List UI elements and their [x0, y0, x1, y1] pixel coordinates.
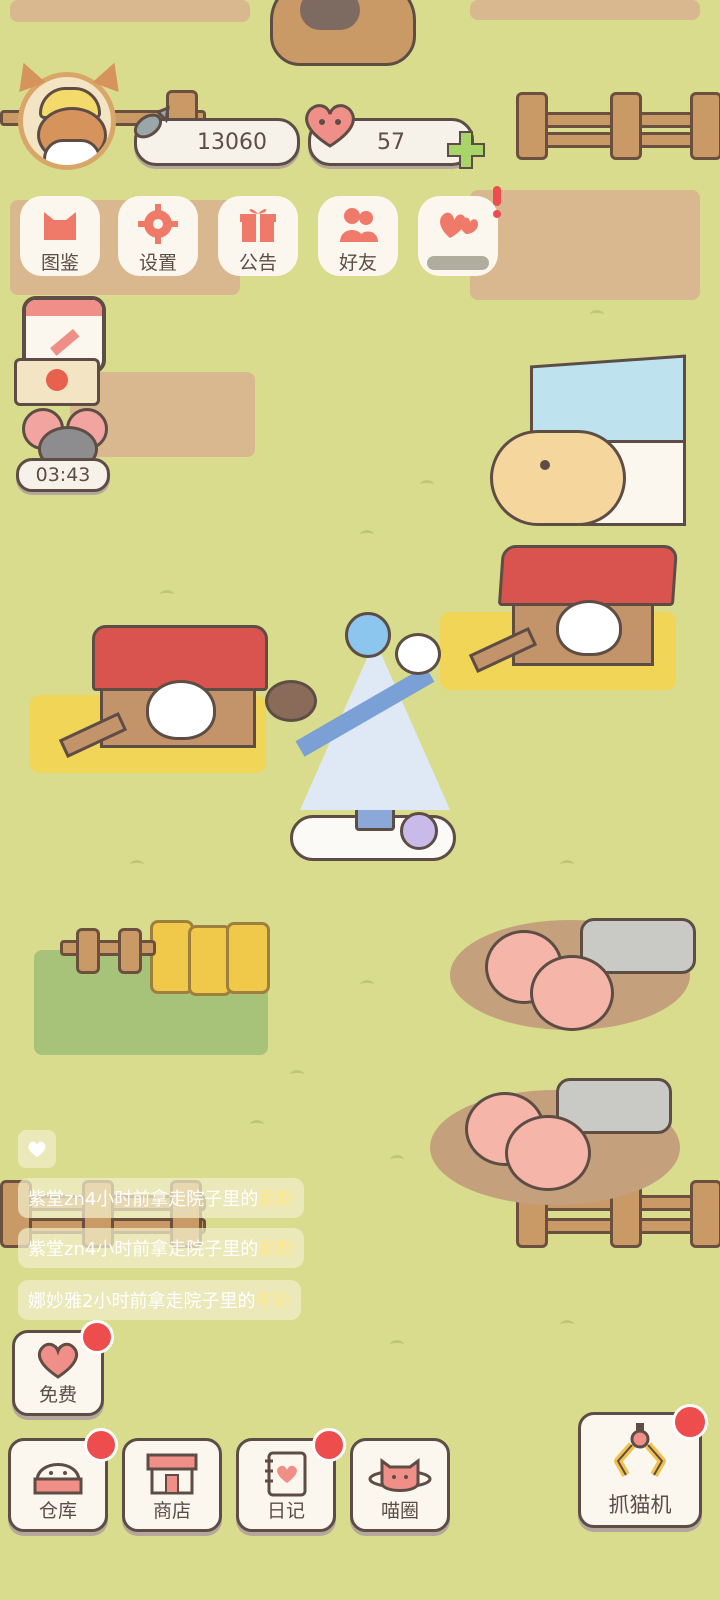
menu-settings-label: 设置 — [138, 252, 177, 274]
menu-announcement-label: 公告 — [238, 252, 277, 274]
menu-likes[interactable] — [418, 196, 498, 276]
shop-icon — [146, 1453, 198, 1495]
nav-shop[interactable]: 商店 — [122, 1438, 222, 1532]
nav-meow-circle-label: 喵圈 — [380, 1500, 419, 1522]
event-timer-text: 03:43 — [35, 464, 91, 486]
claw-machine-label: 抓猫机 — [608, 1493, 672, 1517]
alert-exclamation-icon — [490, 186, 504, 220]
gift-icon — [240, 209, 276, 242]
event-timer[interactable]: 03:43 — [16, 458, 110, 492]
menu-friends[interactable]: 好友 — [318, 196, 398, 276]
free-button-label: 免费 — [38, 1384, 77, 1406]
hearts-icon — [440, 212, 478, 238]
storage-icon — [33, 1463, 83, 1495]
diary-badge — [312, 1428, 346, 1462]
avatar-cat-ears — [10, 57, 128, 93]
add-heart-button[interactable] — [444, 128, 488, 172]
tomato-sign — [14, 358, 100, 406]
nav-storage-label: 仓库 — [38, 1500, 77, 1522]
feed-user: 紫堂zn — [28, 1189, 85, 1210]
menu-collection-label: 图鉴 — [40, 252, 79, 274]
menu-collection[interactable]: 图鉴 — [20, 196, 100, 276]
feed-action: 4小时前拿走院子里的 — [84, 1239, 259, 1260]
heart-icon — [37, 1342, 79, 1379]
nav-shop-label: 商店 — [152, 1500, 191, 1522]
feed-action: 4小时前拿走院子里的 — [84, 1189, 259, 1210]
feed-item-name: 牛奶 — [255, 1291, 292, 1312]
feed-user: 娜妙雅 — [28, 1291, 82, 1312]
nav-diary-label: 日记 — [266, 1500, 305, 1522]
friends-icon — [340, 208, 378, 242]
feed-item-name: 面粉 — [258, 1189, 295, 1210]
feed-item-name: 面粉 — [258, 1239, 295, 1260]
feed-item: 娜妙雅 2小时前拿走院子里的 牛奶 — [18, 1280, 302, 1320]
feed-action: 2小时前拿走院子里的 — [82, 1291, 256, 1312]
planet-cat-icon — [368, 1458, 432, 1492]
feed-user: 紫堂zn — [28, 1239, 85, 1260]
fish-currency-value: 13060 — [197, 129, 267, 155]
heart-icon — [300, 100, 360, 150]
nav-meow-circle[interactable]: 喵圈 — [350, 1438, 450, 1532]
menu-likes-indicator — [427, 256, 489, 270]
feed-item: 紫堂zn 4小时前拿走院子里的 面粉 — [18, 1228, 305, 1268]
claw-icon — [614, 1423, 666, 1477]
feed-item: 紫堂zn 4小时前拿走院子里的 面粉 — [18, 1178, 305, 1218]
menu-friends-label: 好友 — [338, 252, 377, 274]
menu-settings[interactable]: 设置 — [118, 196, 198, 276]
storage-badge — [84, 1428, 118, 1462]
claw-machine-badge — [672, 1404, 708, 1440]
gear-icon — [138, 204, 178, 244]
free-badge — [80, 1320, 114, 1354]
heart-small-icon — [28, 1141, 46, 1157]
plus-icon — [447, 131, 485, 169]
feed-collapse-button[interactable] — [18, 1130, 56, 1168]
diary-icon — [265, 1451, 307, 1497]
menu-announcement[interactable]: 公告 — [218, 196, 298, 276]
heart-currency-value: 57 — [377, 129, 405, 155]
fish-icon — [128, 104, 172, 139]
cat-head-icon — [44, 212, 76, 240]
